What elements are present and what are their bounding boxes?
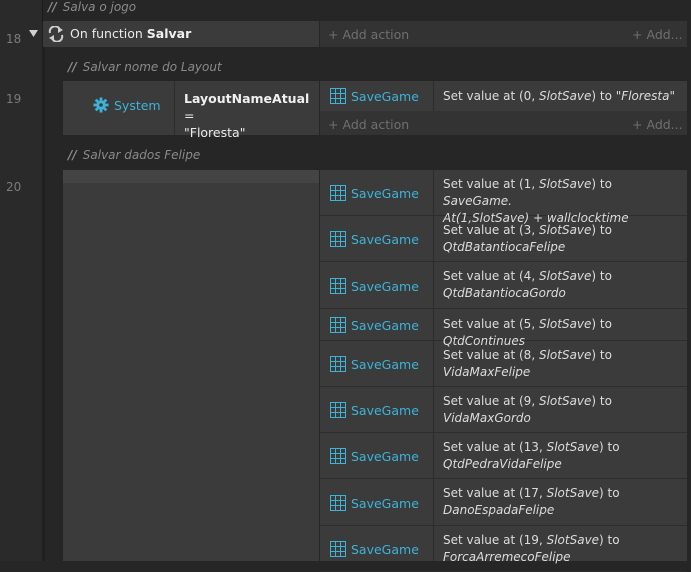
action-row[interactable]: SaveGame Set value at (0, SlotSave) to "… xyxy=(320,81,687,111)
savegame-label: SaveGame xyxy=(351,317,419,333)
system-label: System xyxy=(114,97,161,113)
action-text: Set value at (8, SlotSave) to VidaMaxFeli… xyxy=(443,348,612,379)
action-text: Set value at (0, SlotSave) to "Floresta" xyxy=(443,89,676,103)
array-grid-icon xyxy=(330,317,346,333)
event-19-conditions[interactable]: System LayoutNameAtual = "Floresta" xyxy=(63,81,319,140)
add-action-button[interactable]: + Add action xyxy=(328,117,409,132)
savegame-label: SaveGame xyxy=(351,541,419,557)
event-20-conditions[interactable] xyxy=(63,170,319,561)
system-object: System xyxy=(93,97,161,113)
savegame-object: SaveGame xyxy=(330,317,419,333)
savegame-label: SaveGame xyxy=(351,448,419,464)
add-more-button[interactable]: + Add... xyxy=(632,27,683,42)
savegame-label: SaveGame xyxy=(351,231,419,247)
savegame-object: SaveGame xyxy=(330,278,419,294)
condition-header-strip xyxy=(63,170,319,183)
savegame-object: SaveGame xyxy=(330,448,419,464)
line-number: 19 xyxy=(6,92,22,106)
array-grid-icon xyxy=(330,278,346,294)
plus-icon: + xyxy=(632,27,643,42)
savegame-object: SaveGame xyxy=(330,495,419,511)
layout-name-condition: LayoutNameAtual = "Floresta" xyxy=(184,90,314,141)
condition-value: "Floresta" xyxy=(184,125,246,140)
actions-area-18: + Add action + Add... xyxy=(320,21,687,47)
savegame-object: SaveGame xyxy=(330,88,419,104)
line-number: 20 xyxy=(6,180,22,194)
comment-text: Salva o jogo xyxy=(62,0,137,14)
comment-slashes: // xyxy=(48,0,57,14)
savegame-label: SaveGame xyxy=(351,88,419,104)
savegame-object: SaveGame xyxy=(330,185,419,201)
action-row[interactable]: SaveGame Set value at (19, SlotSave) to Fo… xyxy=(320,526,687,572)
line-number-gutter xyxy=(0,0,43,561)
plus-icon: + xyxy=(328,117,339,132)
actions-area-19: SaveGame Set value at (0, SlotSave) to "… xyxy=(320,81,687,135)
savegame-object: SaveGame xyxy=(330,231,419,247)
savegame-object: SaveGame xyxy=(330,402,419,418)
comment-layout[interactable]: // Salvar nome do Layout xyxy=(68,60,222,74)
condition-variable: LayoutNameAtual xyxy=(184,91,310,106)
line-number: 18 xyxy=(6,32,22,46)
plus-icon: + xyxy=(632,117,643,132)
actions-area-20: SaveGame Set value at (1, SlotSave) to Sa… xyxy=(320,170,687,572)
savegame-label: SaveGame xyxy=(351,185,419,201)
array-grid-icon xyxy=(330,495,346,511)
gear-icon xyxy=(93,97,109,113)
array-grid-icon xyxy=(330,185,346,201)
action-row[interactable]: SaveGame Set value at (8, SlotSave) to Vid… xyxy=(320,341,687,387)
savegame-label: SaveGame xyxy=(351,278,419,294)
savegame-object: SaveGame xyxy=(330,541,419,557)
add-action-button[interactable]: + Add action xyxy=(328,27,409,42)
action-row[interactable]: SaveGame Set value at (5, SlotSave) to Qt… xyxy=(320,309,687,348)
function-name: Salvar xyxy=(146,26,192,41)
action-row[interactable]: SaveGame Set value at (13, SlotSave) to Qt… xyxy=(320,433,687,479)
function-prefix: On function xyxy=(70,26,147,41)
action-row[interactable]: SaveGame Set value at (3, SlotSave) to Qtd… xyxy=(320,216,687,262)
action-row[interactable]: SaveGame Set value at (1, SlotSave) to Sa… xyxy=(320,170,687,225)
array-grid-icon xyxy=(330,231,346,247)
action-text: Set value at (9, SlotSave) to VidaMaxGord… xyxy=(443,394,612,425)
action-row[interactable]: SaveGame Set value at (4, SlotSave) to Qtd… xyxy=(320,262,687,309)
add-more-button[interactable]: + Add... xyxy=(632,117,683,132)
plus-icon: + xyxy=(328,27,339,42)
comment-text: Salvar nome do Layout xyxy=(82,60,222,74)
comment-slashes: // xyxy=(68,60,77,74)
array-grid-icon xyxy=(330,448,346,464)
condition-operator: = xyxy=(184,108,195,123)
savegame-label: SaveGame xyxy=(351,356,419,372)
action-text: Set value at (17, SlotSave) to DanoEspada… xyxy=(443,486,620,517)
comment-text: Salvar dados Felipe xyxy=(82,148,201,162)
loop-arrows-icon xyxy=(48,26,64,42)
action-row[interactable]: SaveGame Set value at (9, SlotSave) to Vid… xyxy=(320,387,687,433)
array-grid-icon xyxy=(330,356,346,372)
function-condition: On function Salvar xyxy=(70,26,191,41)
comment-save-game[interactable]: // Salva o jogo xyxy=(48,0,136,14)
comment-slashes: // xyxy=(68,148,77,162)
savegame-label: SaveGame xyxy=(351,402,419,418)
array-grid-icon xyxy=(330,88,346,104)
function-event-header[interactable]: On function Salvar xyxy=(43,21,319,47)
savegame-label: SaveGame xyxy=(351,495,419,511)
action-text: Set value at (3, SlotSave) to QtdBatantio… xyxy=(443,223,612,254)
indent-guide xyxy=(42,22,45,561)
comment-felipe[interactable]: // Salvar dados Felipe xyxy=(68,148,200,162)
condition-divider xyxy=(174,81,175,135)
action-row[interactable]: SaveGame Set value at (17, SlotSave) to Da… xyxy=(320,479,687,526)
array-grid-icon xyxy=(330,402,346,418)
triangle-down-icon[interactable] xyxy=(29,30,38,38)
action-text: Set value at (13, SlotSave) to QtdPedraVi… xyxy=(443,440,620,471)
savegame-object: SaveGame xyxy=(330,356,419,372)
array-grid-icon xyxy=(330,541,346,557)
action-text: Set value at (4, SlotSave) to QtdBatantio… xyxy=(443,269,612,300)
action-divider xyxy=(433,81,434,111)
